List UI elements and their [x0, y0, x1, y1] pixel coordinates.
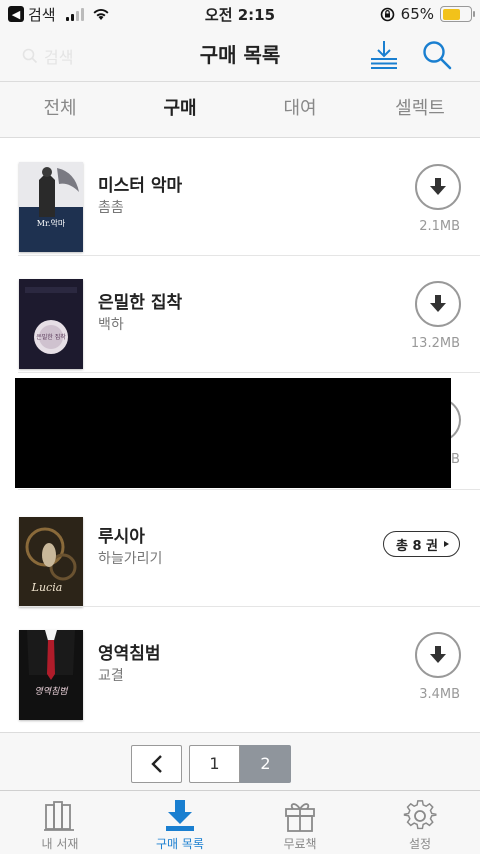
nav-label: 내 서재 — [41, 837, 79, 851]
battery-level-fill — [442, 8, 461, 20]
chevron-right-icon — [444, 541, 449, 547]
gift-icon — [285, 803, 315, 832]
back-arrow-icon: ◀ — [8, 6, 24, 22]
book-cover: 영역침범 — [19, 630, 83, 720]
status-bar: ◀ 검색 오전 2:15 65% — [0, 0, 480, 28]
nav-my-library[interactable]: 내 서재 — [0, 791, 120, 854]
search-icon[interactable] — [422, 40, 452, 70]
filter-tabs: 전체 구매 대여 셀렉트 — [0, 82, 480, 138]
redacted-block — [15, 378, 451, 488]
battery-percent: 65% — [400, 5, 434, 23]
book-title: 은밀한 집착 — [98, 293, 183, 313]
wifi-icon — [93, 8, 109, 20]
bottom-nav: 내 서재 구매 목록 무료책 설정 — [0, 790, 480, 854]
tab-rental[interactable]: 대여 — [240, 82, 360, 137]
book-item[interactable]: Lucia 루시아 하늘가리기 총 8 권 — [0, 490, 480, 607]
tab-select[interactable]: 셀렉트 — [360, 82, 480, 137]
download-button[interactable] — [415, 164, 461, 210]
book-cover: 은밀한 집착 — [19, 279, 83, 369]
volume-count-label: 총 8 권 — [395, 538, 438, 554]
book-title: 영역침범 — [98, 644, 161, 664]
download-tray-icon — [166, 800, 194, 831]
book-author: 교결 — [98, 668, 124, 684]
download-button[interactable] — [415, 632, 461, 678]
book-item[interactable]: Mr.악마 미스터 악마 촘촘 2.1MB — [0, 139, 480, 256]
book-title: 미스터 악마 — [98, 176, 183, 196]
back-to-search[interactable]: ◀ 검색 — [8, 4, 56, 25]
book-item[interactable]: 은밀한 집착 은밀한 집착 백하 13.2MB — [0, 256, 480, 373]
cover-title: 은밀한 집착 — [36, 333, 66, 341]
nav-label: 구매 목록 — [156, 837, 204, 851]
nav-purchase-list[interactable]: 구매 목록 — [120, 791, 240, 854]
file-size: 13.2MB — [410, 336, 460, 351]
nav-free-books[interactable]: 무료책 — [240, 791, 360, 854]
file-size: 2.1MB — [419, 219, 460, 234]
rotation-lock-icon — [380, 7, 394, 21]
book-author: 백하 — [98, 317, 124, 333]
pagination: 1 2 — [131, 745, 291, 783]
download-button[interactable] — [415, 281, 461, 327]
gear-icon — [403, 800, 437, 830]
app-header: 검색 구매 목록 — [0, 28, 480, 82]
prev-page-button[interactable] — [131, 745, 182, 783]
cover-title: 영역침범 — [34, 686, 68, 697]
nav-settings[interactable]: 설정 — [360, 791, 480, 854]
download-arrow-icon — [430, 295, 446, 312]
tab-purchase[interactable]: 구매 — [120, 82, 240, 137]
file-size: 3.4MB — [419, 687, 460, 702]
nav-label: 설정 — [408, 837, 432, 851]
bookshelf-icon — [44, 801, 74, 831]
download-arrow-icon — [430, 178, 446, 195]
page-2-button[interactable]: 2 — [240, 745, 291, 783]
chevron-left-icon — [150, 755, 162, 773]
pagination-bar: 1 2 — [0, 732, 480, 790]
volume-count-button[interactable]: 총 8 권 — [382, 531, 460, 557]
book-cover: Lucia — [19, 517, 83, 607]
cover-title: Lucia — [31, 581, 63, 594]
cellular-signal-icon — [65, 7, 84, 21]
download-arrow-icon — [430, 646, 446, 663]
book-author: 하늘가리기 — [98, 551, 163, 567]
file-size-partial: B — [451, 452, 460, 467]
book-title: 루시아 — [98, 527, 145, 547]
back-label: 검색 — [28, 5, 56, 24]
download-all-icon[interactable] — [370, 40, 398, 70]
book-cover: Mr.악마 — [19, 162, 83, 252]
battery-icon — [440, 6, 475, 22]
page-title: 구매 목록 — [199, 43, 281, 67]
tab-all[interactable]: 전체 — [0, 82, 120, 137]
nav-label: 무료책 — [283, 837, 317, 851]
cover-title: Mr.악마 — [37, 218, 66, 228]
book-item[interactable]: 영역침범 영역침범 교결 3.4MB — [0, 607, 480, 724]
book-author: 촘촘 — [98, 200, 124, 216]
page-1-button[interactable]: 1 — [189, 745, 240, 783]
